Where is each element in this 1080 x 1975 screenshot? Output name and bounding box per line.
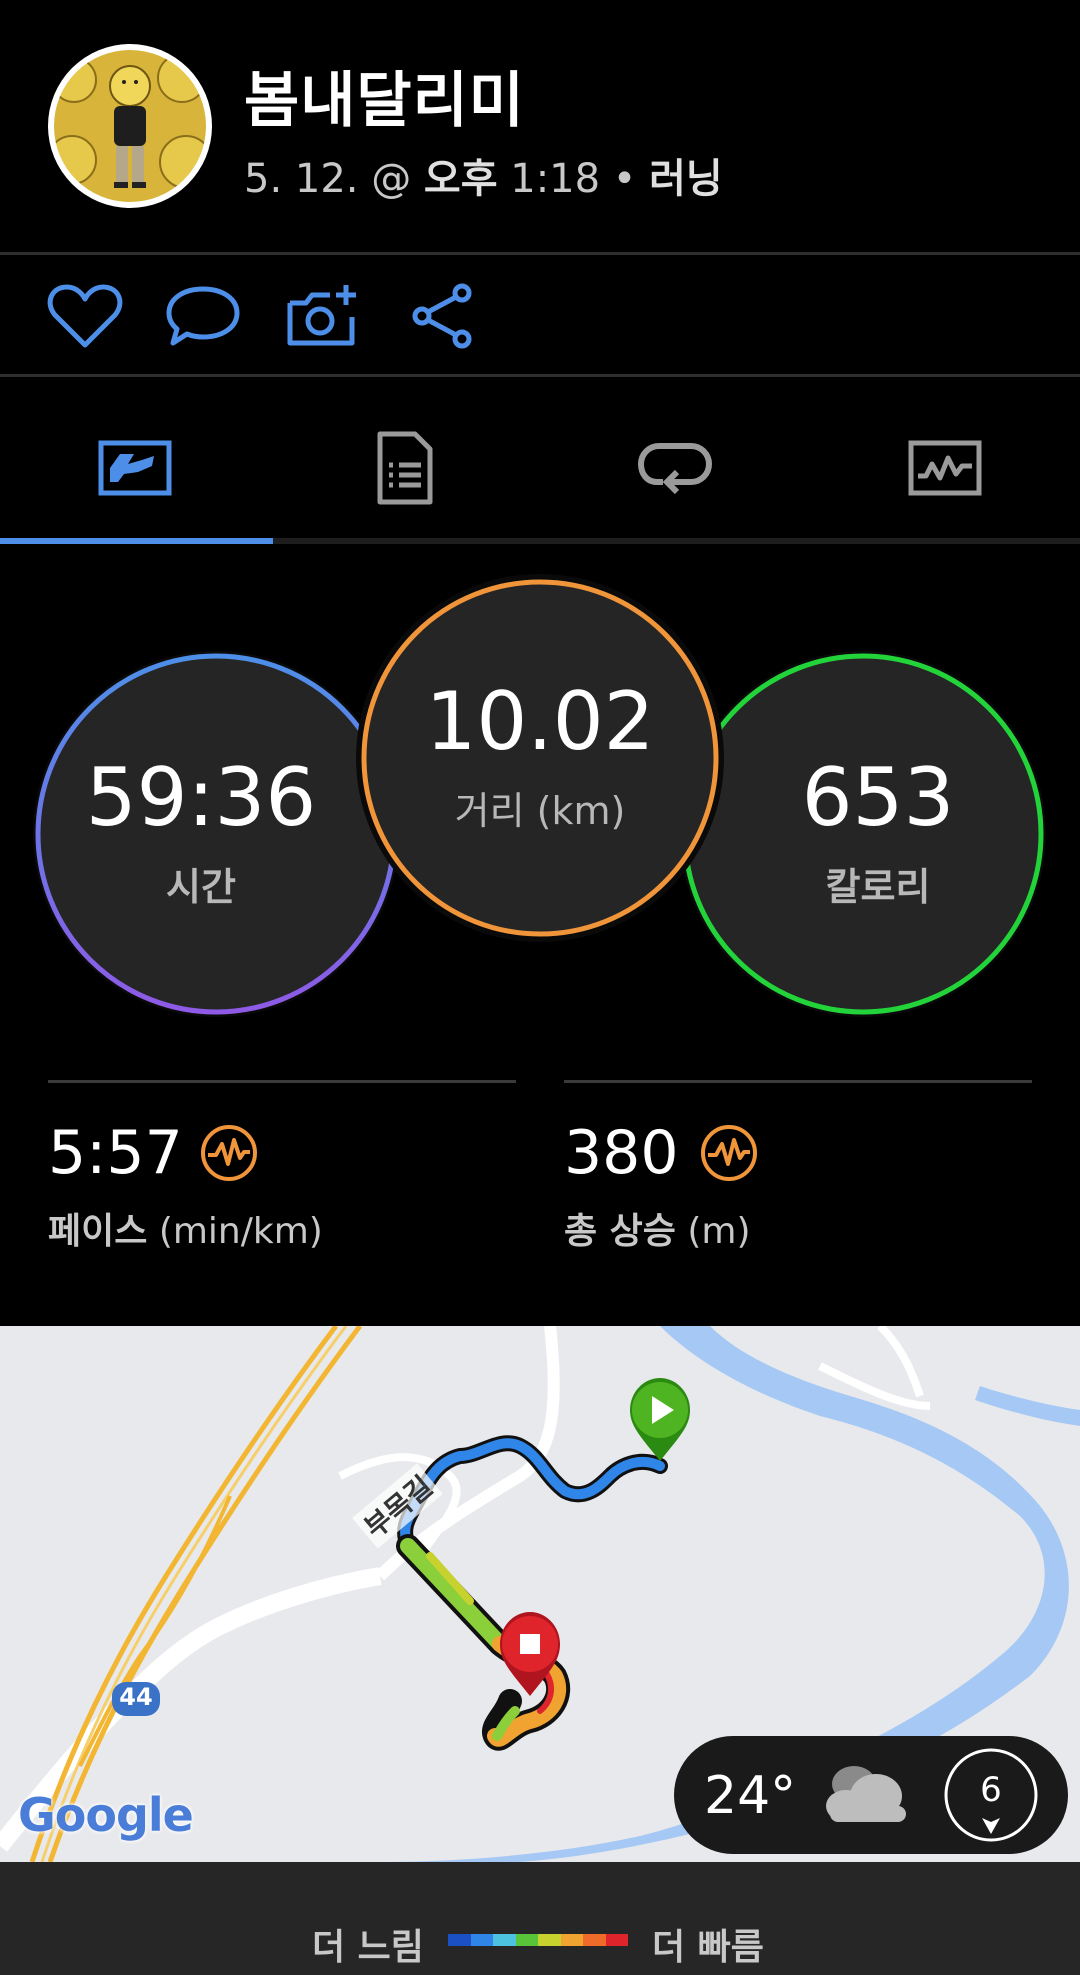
legend-color-segment [448,1934,471,1946]
divider [0,374,1080,377]
pace-analysis-icon[interactable] [200,1124,258,1182]
tab-summary[interactable] [0,418,270,518]
pace-label: 페이스 (min/km) [48,1202,323,1254]
tab-graphs[interactable] [810,418,1080,518]
legend-color-segment [470,1934,493,1946]
legend-color-segment [560,1934,583,1946]
pace-label-text: 페이스 [48,1211,148,1252]
legend-slower-label: 더 느림 [312,1927,424,1968]
share-icon [412,283,472,349]
calories-label: 칼로리 [825,864,931,909]
share-button[interactable] [402,280,484,352]
time-label: 시간 [166,864,236,909]
time-circle: 59:36 시간 [30,648,402,1020]
heart-icon [47,284,123,348]
graphs-icon [908,440,982,496]
distance-label: 거리 (km) [454,788,626,833]
time-prefix: 오후 [423,156,498,202]
ascent-unit: (m) [675,1211,751,1252]
start-marker[interactable] [630,1378,690,1461]
wind-speed: 6 [980,1770,1002,1810]
activity-date: 5. 12. @ [244,156,424,202]
details-document-icon [377,431,433,505]
time-value: 59:36 [85,750,317,844]
avatar[interactable] [48,44,212,208]
temperature: 24° [704,1766,797,1826]
divider [48,1080,516,1083]
legend-color-scale [448,1934,628,1946]
activity-time: 1:18 • [497,156,650,202]
comment-button[interactable] [162,280,244,352]
pace-value: 5:57 [48,1118,183,1188]
route-sign-number: 44 [119,1683,153,1711]
legend-faster-label: 더 빠름 [652,1927,764,1968]
comment-icon [166,286,240,346]
calories-value: 653 [801,750,955,844]
legend-color-segment [515,1934,538,1946]
add-photo-icon [287,285,356,346]
tab-selected-indicator [0,538,273,544]
laps-loop-icon [637,443,713,495]
legend-color-segment [605,1934,628,1946]
legend-color-segment [538,1934,561,1946]
speed-legend [0,1862,1080,1975]
divider [0,252,1080,255]
summary-chart-icon [98,440,172,496]
divider [564,1080,1032,1083]
ascent-analysis-icon[interactable] [700,1124,758,1182]
distance-value: 10.02 [425,674,655,768]
weather-widget[interactable]: 24° 6 [674,1736,1068,1854]
add-photo-button[interactable] [282,280,364,352]
google-logo: Google [18,1788,194,1842]
activity-type: 러닝 [649,156,723,202]
legend-color-segment [583,1934,606,1946]
tab-laps[interactable] [540,418,810,518]
legend-color-segment [493,1934,516,1946]
like-button[interactable] [44,280,126,352]
pace-unit: (min/km) [147,1211,323,1252]
user-name[interactable]: 봄내달리미 [244,52,525,139]
ascent-label: 총 상승 (m) [564,1202,751,1254]
avatar-image [54,50,206,202]
tab-details[interactable] [270,418,540,518]
cloudy-icon [826,1766,906,1822]
ascent-value: 380 [564,1118,679,1188]
ascent-label-text: 총 상승 [564,1211,676,1252]
activity-meta: 5. 12. @ 오후 1:18 • 러닝 [244,146,723,204]
distance-circle: 10.02 거리 (km) [356,574,724,942]
calories-circle: 653 칼로리 [677,648,1049,1020]
